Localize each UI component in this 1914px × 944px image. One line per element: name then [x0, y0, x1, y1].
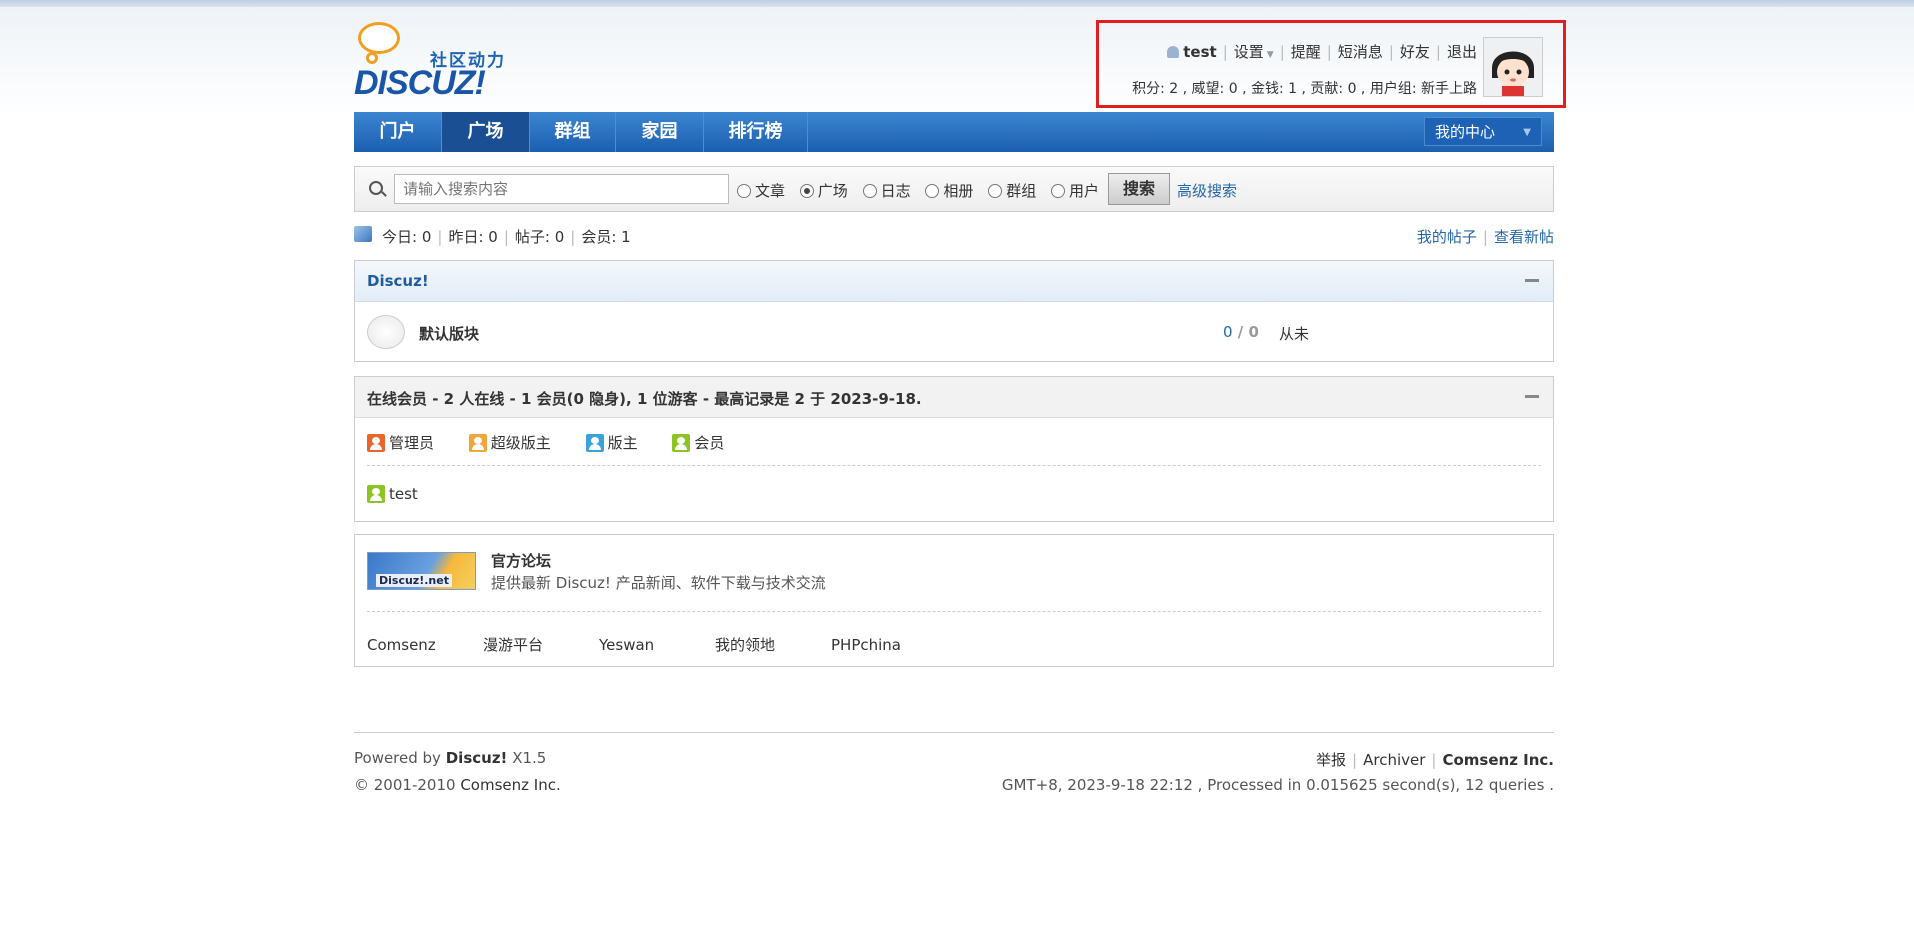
online-title: 在线会员 - 2 人在线 - 1 会员(0 隐身), 1 位游客 - 最高记录是… [367, 390, 922, 408]
online-members: 在线会员 - 2 人在线 - 1 会员(0 隐身), 1 位游客 - 最高记录是… [354, 376, 1554, 522]
search-icon [369, 181, 383, 195]
logo-bubble-tail [366, 52, 378, 64]
stat-yesterday: 昨日: 0 [448, 228, 498, 246]
scope-group[interactable]: 群组 [988, 182, 1036, 200]
scope-album[interactable]: 相册 [925, 182, 973, 200]
official-forum-link[interactable]: 官方论坛 [491, 550, 551, 571]
my-center-dropdown[interactable]: 我的中心 ▼ [1424, 117, 1542, 146]
archiver-link[interactable]: Archiver [1363, 751, 1425, 769]
link-manyou[interactable]: 漫游平台 [483, 634, 599, 655]
divider [367, 465, 1541, 466]
moderator-icon [585, 434, 604, 452]
user-links: test | 设置 ▼ | 提醒 | 短消息 | 好友 | 退出 [1167, 41, 1477, 62]
logout-link[interactable]: 退出 [1447, 43, 1477, 61]
text-links: Comsenz 漫游平台 Yeswan 我的领地 PHPchina [367, 634, 947, 655]
scope-plaza[interactable]: 广场 [799, 182, 848, 200]
footer-links: 举报 | Archiver | Comsenz Inc. [1316, 751, 1554, 769]
radio-user[interactable] [1050, 184, 1065, 198]
report-link[interactable]: 举报 [1316, 751, 1346, 769]
category-title[interactable]: Discuz! [367, 272, 429, 290]
radio-plaza[interactable] [799, 184, 814, 198]
member-legend: 管理员 超级版主 版主 会员 [367, 432, 754, 453]
chart-icon [354, 226, 372, 242]
member-icon [672, 434, 691, 452]
forum-counts: 0 / 0 [1223, 323, 1259, 341]
link-comsenz[interactable]: Comsenz [367, 636, 483, 654]
search-button[interactable]: 搜索 [1108, 173, 1170, 205]
user-panel: test | 设置 ▼ | 提醒 | 短消息 | 好友 | 退出 积分: 2 , 威望: 0 , 金钱… [1096, 20, 1566, 108]
search-scope-options: 文章 广场 日志 相册 群组 用户 [737, 180, 1109, 201]
advanced-search-link[interactable]: 高级搜索 [1177, 180, 1237, 201]
chevron-down-icon[interactable]: ▼ [1267, 50, 1274, 60]
avatar[interactable] [1483, 37, 1543, 97]
stat-members: 会员: 1 [581, 228, 631, 246]
link-yeswan[interactable]: Yeswan [599, 636, 715, 654]
search-input[interactable] [394, 174, 729, 204]
user-icon [1167, 46, 1180, 58]
forum-bubble-icon [367, 315, 405, 349]
username-link[interactable]: test [1183, 43, 1216, 61]
logo-bubble-icon [358, 22, 400, 54]
radio-group[interactable] [988, 184, 1003, 198]
member-icon [367, 485, 385, 503]
collapse-icon[interactable] [1525, 395, 1539, 398]
chevron-down-icon: ▼ [1523, 127, 1531, 138]
radio-album[interactable] [925, 184, 940, 198]
link-my-domain[interactable]: 我的领地 [715, 634, 831, 655]
radio-article[interactable] [737, 184, 751, 198]
notifications-link[interactable]: 提醒 [1291, 43, 1321, 61]
official-forum-desc: 提供最新 Discuz! 产品新闻、软件下载与技术交流 [491, 574, 826, 592]
admin-icon [367, 434, 385, 452]
scope-user[interactable]: 用户 [1050, 182, 1099, 200]
friends-link[interactable]: 好友 [1400, 43, 1430, 61]
user-stats: 积分: 2 , 威望: 0 , 金钱: 1 , 贡献: 0 , 用户组: 新手上… [1132, 81, 1477, 97]
page-wrapper: 社区动力 DISCUZ! test | 设置 ▼ | 提醒 | 短消息 | 好友 | 退出 积分: 2… [354, 0, 1566, 944]
footer-timing: GMT+8, 2023-9-18 22:12 , Processed in 0.… [1001, 776, 1554, 794]
footer-divider [354, 732, 1554, 733]
radio-blog[interactable] [862, 184, 877, 198]
super-moderator-icon [468, 434, 487, 452]
settings-link[interactable]: 设置 [1234, 43, 1264, 61]
nav-portal[interactable]: 门户 [354, 112, 442, 152]
nav-ranking[interactable]: 排行榜 [704, 112, 808, 152]
forum-category: Discuz! 默认版块 0 / 0 从未 [354, 260, 1554, 362]
new-posts-link[interactable]: 查看新帖 [1494, 228, 1554, 246]
nav-groups[interactable]: 群组 [530, 112, 616, 152]
nav-plaza[interactable]: 广场 [442, 112, 530, 152]
search-bar: 文章 广场 日志 相册 群组 用户 搜索 高级搜索 [354, 166, 1554, 212]
messages-link[interactable]: 短消息 [1338, 43, 1383, 61]
site-logo[interactable]: 社区动力 DISCUZ! [354, 20, 524, 102]
my-center-label: 我的中心 [1435, 123, 1496, 141]
avatar-face-icon [1484, 38, 1542, 96]
link-phpchina[interactable]: PHPchina [831, 636, 947, 654]
forum-row: 默认版块 0 / 0 从未 [355, 302, 1553, 362]
company-link[interactable]: Comsenz Inc. [1442, 751, 1554, 769]
forum-stats: 今日: 0 | 昨日: 0 | 帖子: 0 | 会员: 1 我的帖子 | 查看新帖 [354, 226, 1554, 246]
friend-links: Discuz!.net 官方论坛 提供最新 Discuz! 产品新闻、软件下载与… [354, 534, 1554, 667]
stat-today: 今日: 0 [382, 228, 432, 246]
stat-posts: 帖子: 0 [514, 228, 565, 246]
scope-blog[interactable]: 日志 [862, 182, 911, 200]
logo-brand: DISCUZ! [354, 64, 486, 102]
collapse-icon[interactable] [1525, 279, 1539, 282]
my-posts-link[interactable]: 我的帖子 [1417, 228, 1477, 246]
powered-by: Powered by Discuz! X1.5 [354, 749, 547, 767]
online-user[interactable]: test [367, 485, 418, 503]
main-nav: 门户 广场 群组 家园 排行榜 我的中心 ▼ [354, 112, 1554, 152]
discuz-link[interactable]: Discuz! [446, 749, 508, 767]
comsenz-link[interactable]: Comsenz Inc. [460, 776, 560, 794]
nav-home[interactable]: 家园 [616, 112, 704, 152]
discuz-net-logo[interactable]: Discuz!.net [367, 552, 476, 590]
forum-last-post: 从未 [1279, 325, 1310, 343]
scope-article[interactable]: 文章 [737, 182, 785, 200]
copyright: © 2001-2010 Comsenz Inc. [354, 776, 561, 794]
forum-name[interactable]: 默认版块 [419, 323, 479, 344]
divider [367, 611, 1541, 612]
